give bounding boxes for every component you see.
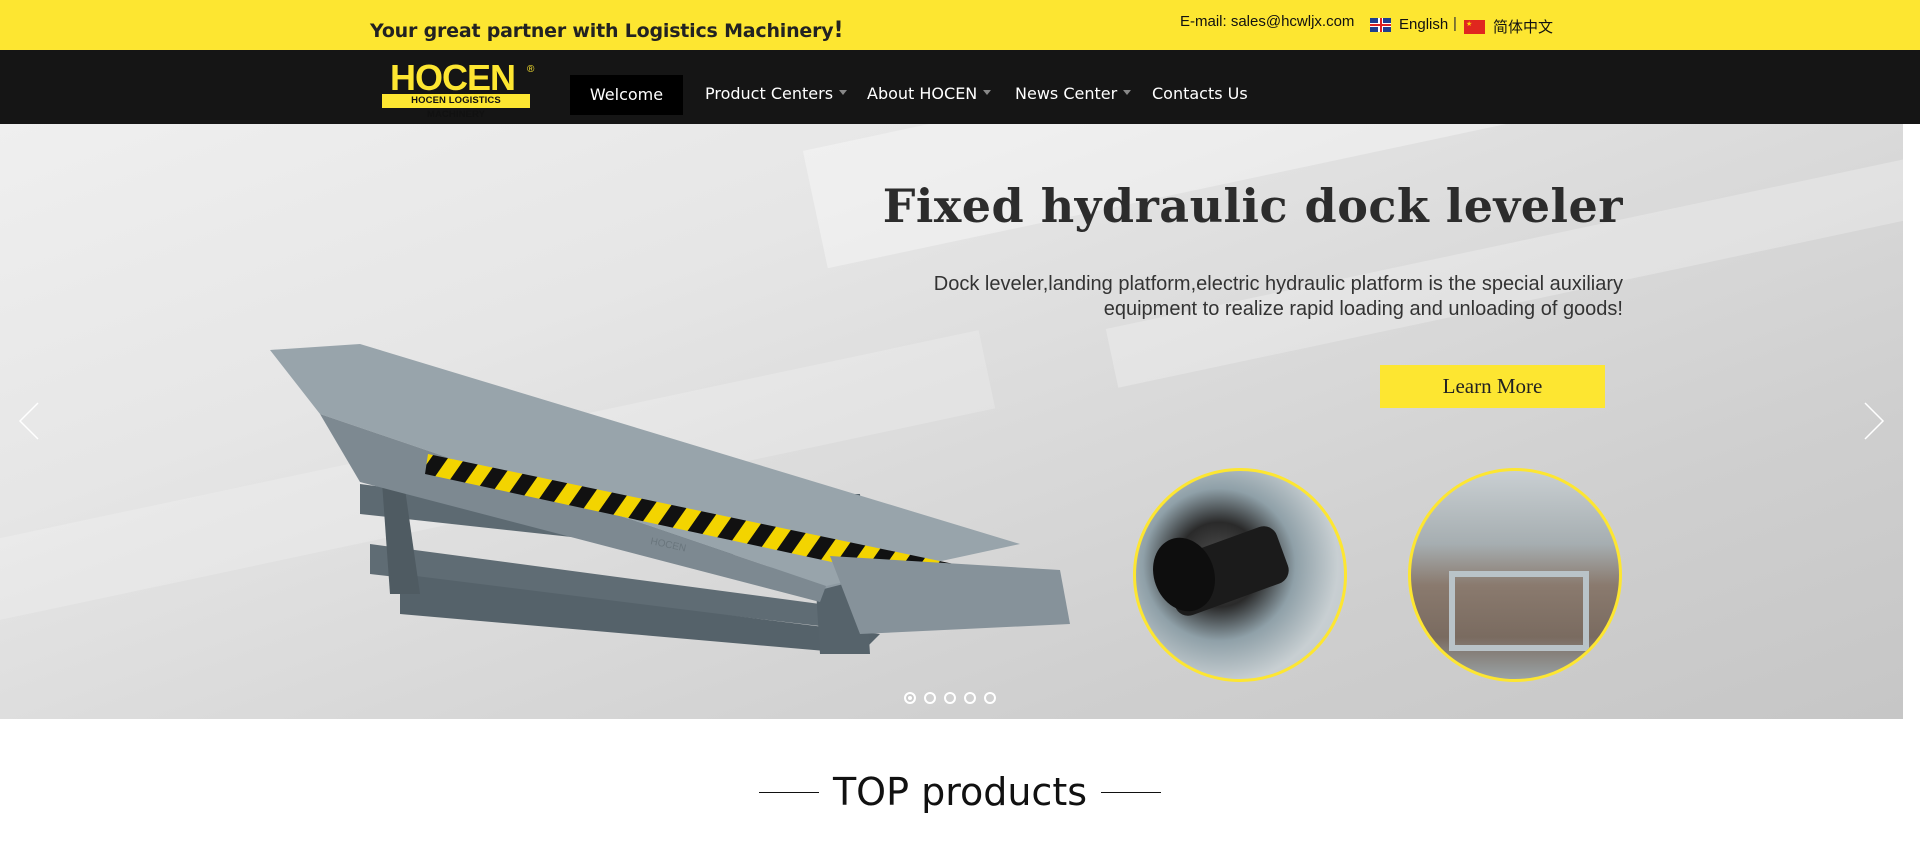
uk-flag-icon bbox=[1370, 17, 1391, 32]
hero-description: Dock leveler,landing platform,electric h… bbox=[863, 272, 1623, 322]
slider-dot[interactable] bbox=[964, 692, 976, 704]
main-navigation: HOCEN ® HOCEN LOGISTICS MACHINERY Welcom… bbox=[0, 50, 1920, 124]
language-english-link[interactable]: English bbox=[1370, 16, 1448, 33]
heading-divider-left bbox=[758, 791, 819, 793]
platform-frame-image bbox=[1408, 468, 1622, 682]
learn-more-button[interactable]: Learn More bbox=[1380, 365, 1605, 408]
china-flag-icon: ★ bbox=[1464, 19, 1485, 34]
slider-dot[interactable] bbox=[924, 692, 936, 704]
logo-wordmark: HOCEN bbox=[390, 57, 516, 98]
slider-dot[interactable] bbox=[904, 692, 916, 704]
section-heading: TOP products bbox=[0, 770, 1920, 814]
language-chinese-link[interactable]: ★ 简体中文 bbox=[1464, 16, 1553, 37]
top-bar: Your great partner with Logistics Machin… bbox=[0, 0, 1920, 50]
hero-description-line: equipment to realize rapid loading and u… bbox=[1103, 298, 1623, 320]
chevron-down-icon bbox=[983, 90, 992, 95]
nav-about-hocen[interactable]: About HOCEN bbox=[867, 74, 992, 114]
hydraulic-motor-image bbox=[1133, 468, 1347, 682]
logo-registered-mark: ® bbox=[527, 64, 535, 75]
section-title-text: TOP products bbox=[832, 770, 1088, 814]
hero-slider: HOCEN Fixed hydraulic dock leveler Dock … bbox=[0, 124, 1903, 719]
slider-prev-arrow-icon[interactable] bbox=[18, 401, 40, 441]
nav-welcome[interactable]: Welcome bbox=[570, 75, 683, 115]
chevron-down-icon bbox=[839, 90, 848, 95]
slider-next-arrow-icon[interactable] bbox=[1863, 401, 1885, 441]
nav-news-center[interactable]: News Center bbox=[1015, 74, 1132, 114]
hocen-logo[interactable]: HOCEN ® HOCEN LOGISTICS MACHINERY bbox=[382, 60, 535, 120]
tagline: Your great partner with Logistics Machin… bbox=[370, 18, 844, 43]
contact-email[interactable]: E-mail: sales@hcwljx.com bbox=[1180, 13, 1354, 30]
language-chinese-label: 简体中文 bbox=[1493, 19, 1554, 36]
slider-dot[interactable] bbox=[944, 692, 956, 704]
slider-dot[interactable] bbox=[984, 692, 996, 704]
hero-title: Fixed hydraulic dock leveler bbox=[882, 179, 1623, 233]
nav-contacts-us[interactable]: Contacts Us bbox=[1152, 74, 1248, 114]
language-english-label: English bbox=[1399, 16, 1449, 33]
slider-pagination bbox=[904, 692, 996, 704]
nav-product-centers[interactable]: Product Centers bbox=[705, 74, 848, 114]
heading-divider-right bbox=[1101, 791, 1162, 793]
logo-subtitle: HOCEN LOGISTICS MACHINERY bbox=[382, 94, 530, 120]
chevron-down-icon bbox=[1123, 90, 1132, 95]
hero-description-line: Dock leveler,landing platform,electric h… bbox=[933, 273, 1623, 295]
language-separator: | bbox=[1453, 15, 1457, 32]
